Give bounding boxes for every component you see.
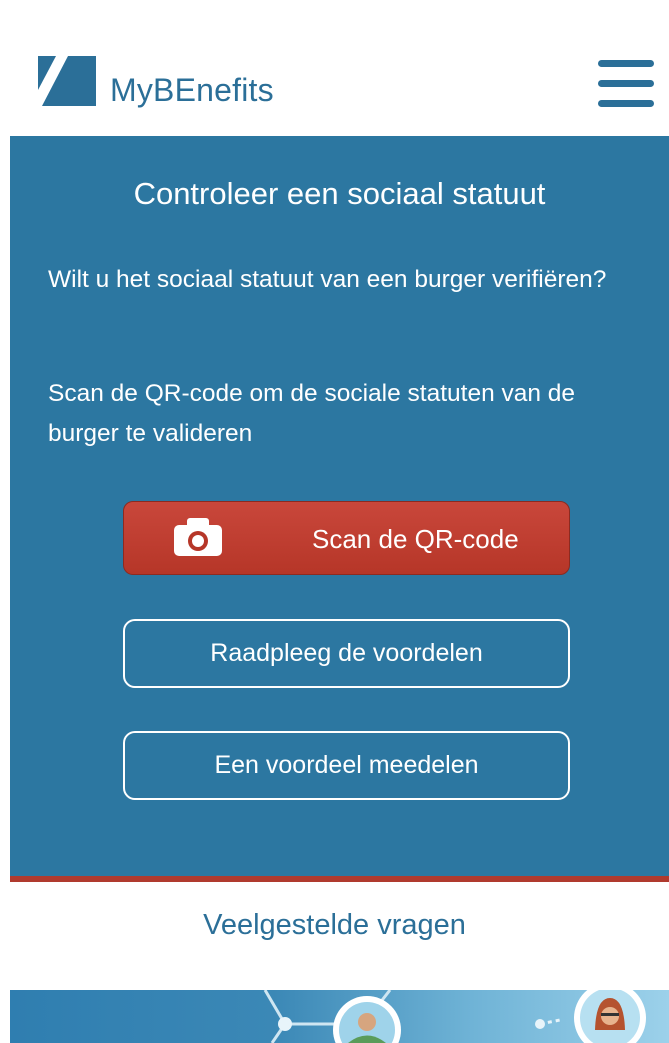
scan-instruction: Scan de QR-code om de sociale statuten v… [48,380,576,447]
panel-title: Controleer een sociaal statuut [133,176,546,211]
scan-qr-label: Scan de QR-code [312,524,519,554]
camera-icon [174,518,222,556]
consult-benefits-button[interactable]: Raadpleeg de voordelen [123,619,570,688]
people-network-banner [10,990,669,1043]
scan-qr-button[interactable]: Scan de QR-code [123,501,570,575]
panel-divider [10,876,669,882]
intro-question: Wilt u het sociaal statuut van een burge… [48,266,607,293]
faq-link[interactable]: Veelgestelde vragen [0,909,669,942]
hamburger-menu-icon[interactable] [598,58,654,108]
network-illustration [263,990,646,1043]
app-logo-text: MyBEnefits [110,72,274,108]
share-benefit-button[interactable]: Een voordeel meedelen [123,731,570,800]
mybenefits-logo-icon [38,56,96,106]
app-header: MyBEnefits [0,0,669,136]
